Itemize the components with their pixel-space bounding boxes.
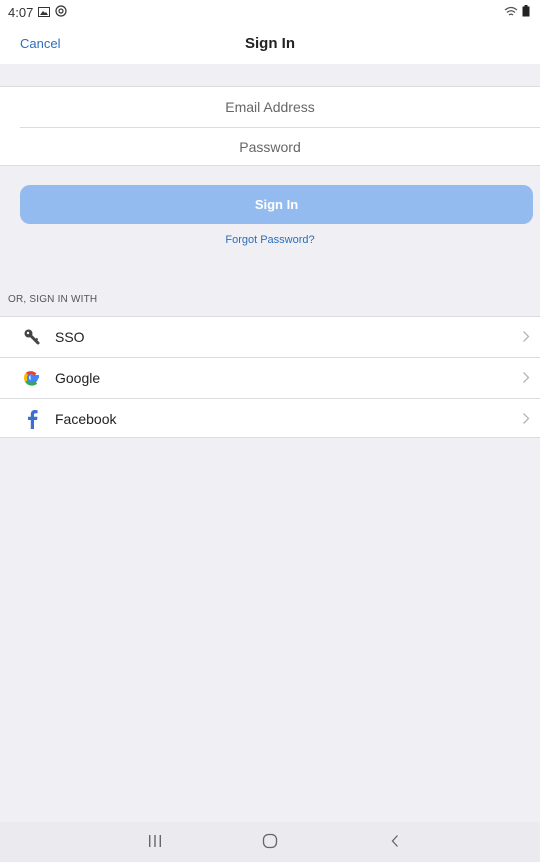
forgot-password-link[interactable]: Forgot Password?: [0, 234, 540, 246]
home-icon[interactable]: [262, 832, 278, 855]
chevron-right-icon: [522, 412, 530, 430]
image-icon: [38, 5, 51, 20]
google-label: Google: [55, 370, 101, 386]
status-bar: 4:07: [0, 0, 540, 24]
chevron-right-icon: [522, 371, 530, 389]
back-icon[interactable]: [390, 832, 400, 855]
sign-in-button[interactable]: Sign In: [20, 185, 533, 224]
google-icon: [21, 367, 43, 389]
google-row[interactable]: Google: [0, 358, 540, 398]
recent-apps-icon[interactable]: [148, 832, 162, 855]
credentials-form: Email Address Password: [0, 86, 540, 166]
nav-bar: Cancel Sign In: [0, 24, 540, 64]
wifi-icon: [504, 5, 518, 20]
chevron-right-icon: [522, 330, 530, 348]
status-time: 4:07: [8, 4, 34, 20]
system-nav-bar: [0, 822, 540, 862]
alt-signin-section-label: OR, SIGN IN WITH: [8, 294, 98, 305]
email-field[interactable]: Email Address: [0, 87, 540, 127]
sign-in-screen: 4:07 Cancel Sign In Email Address Passwo…: [0, 0, 540, 862]
page-title: Sign In: [245, 35, 295, 52]
status-right: [504, 4, 530, 20]
key-icon: [21, 326, 43, 348]
sso-label: SSO: [55, 329, 85, 345]
facebook-row[interactable]: Facebook: [0, 399, 540, 439]
facebook-label: Facebook: [55, 411, 117, 427]
at-icon: [55, 4, 67, 20]
sso-row[interactable]: SSO: [0, 317, 540, 357]
password-field[interactable]: Password: [0, 127, 540, 167]
status-left: 4:07: [8, 5, 67, 20]
battery-icon: [522, 4, 530, 20]
provider-list: SSO Google Facebook: [0, 316, 540, 438]
facebook-icon: [21, 408, 43, 430]
